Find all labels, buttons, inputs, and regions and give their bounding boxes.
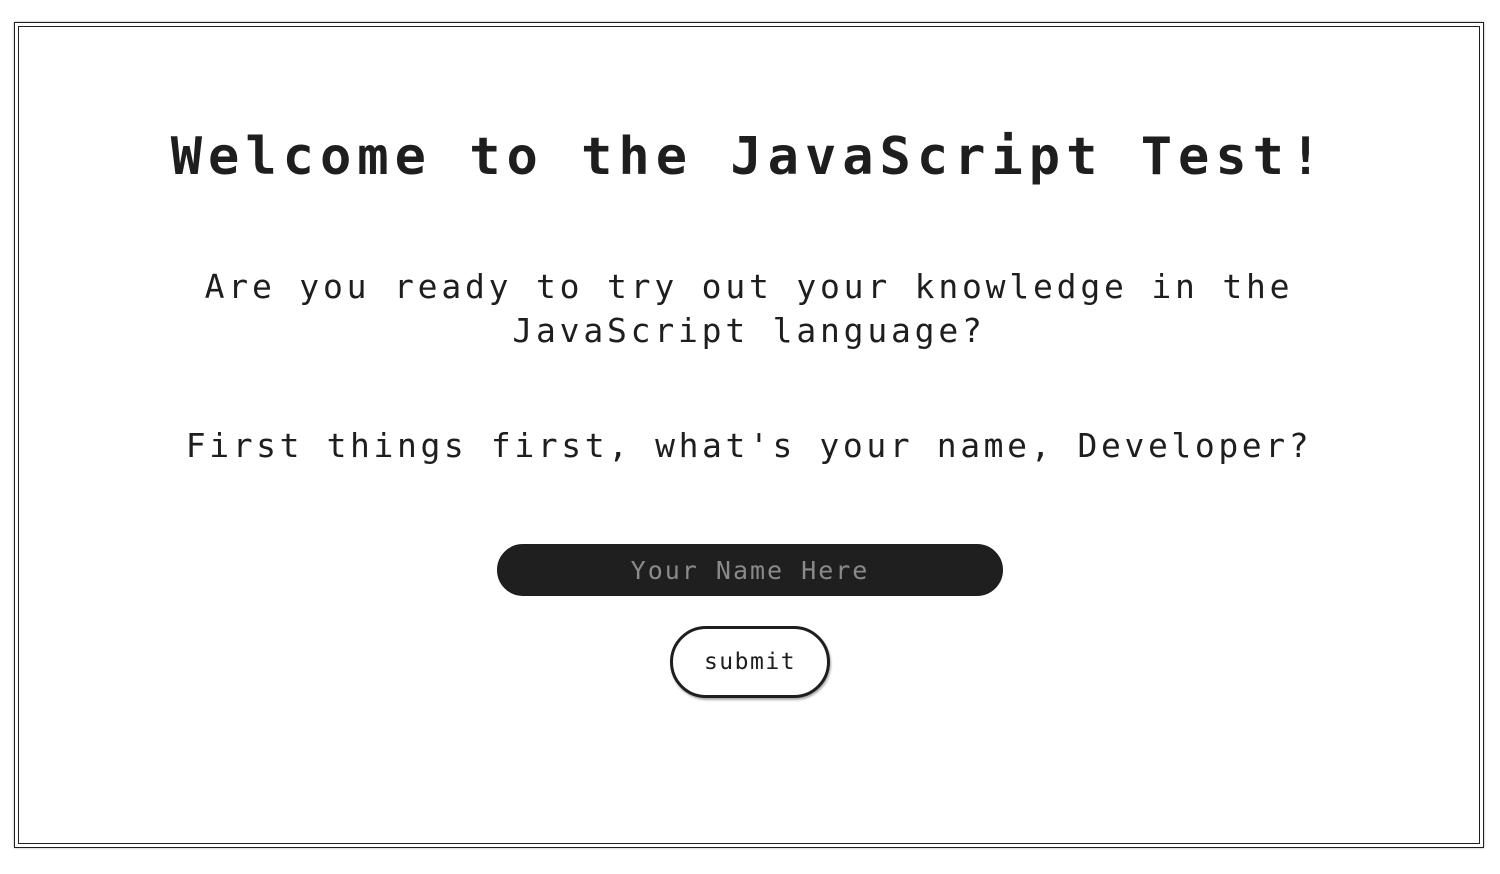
main-content: Welcome to the JavaScript Test! Are you … (15, 23, 1483, 847)
intro-text: Are you ready to try out your knowledge … (204, 267, 1294, 350)
name-question: First things first, what's your name, De… (185, 426, 1313, 465)
submit-button[interactable]: submit (670, 626, 830, 698)
page-frame: Welcome to the JavaScript Test! Are you … (14, 22, 1484, 848)
page-title: Welcome to the JavaScript Test! (170, 127, 1328, 187)
name-input[interactable] (497, 544, 1003, 596)
